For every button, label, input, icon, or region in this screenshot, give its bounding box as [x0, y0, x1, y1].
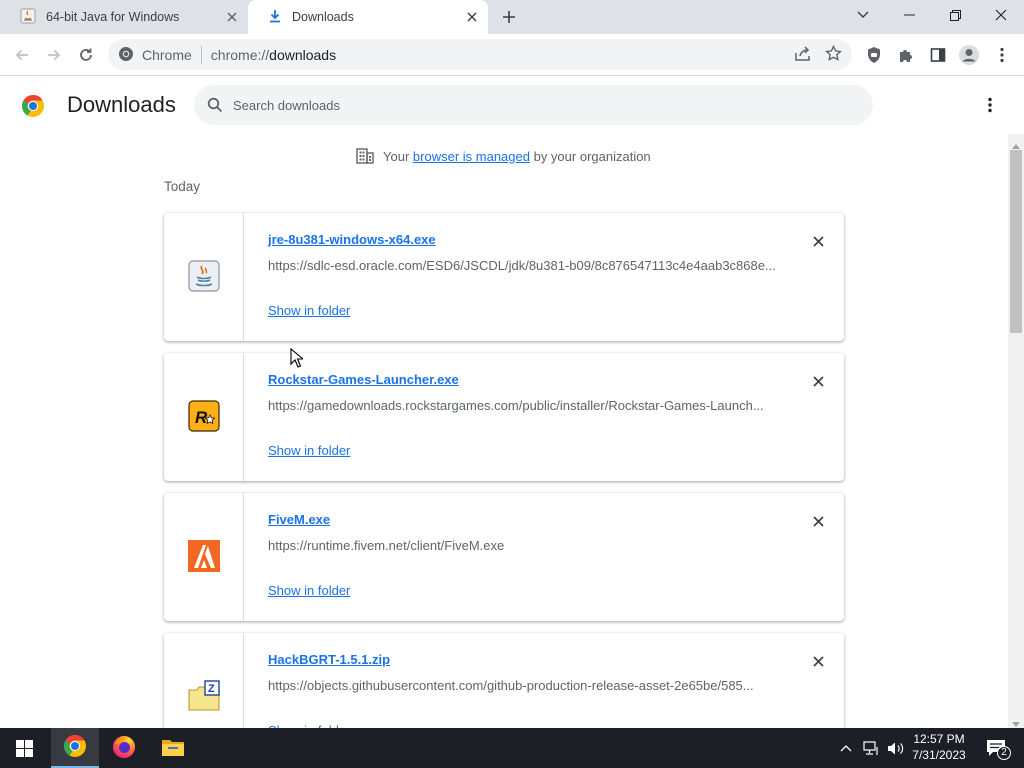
page-title: Downloads [67, 92, 176, 117]
close-tab-icon[interactable] [224, 9, 240, 25]
download-filename-link[interactable]: FiveM.exe [268, 512, 330, 527]
file-icon-column: R [164, 353, 244, 481]
fivem-icon [187, 539, 220, 575]
chrome-logo-icon [118, 46, 134, 65]
tab-strip: 64-bit Java for Windows Downloads [0, 0, 1024, 34]
download-source-url[interactable]: https://gamedownloads.rockstargames.com/… [268, 398, 788, 413]
chrome-logo-icon [63, 734, 87, 761]
restore-button[interactable] [932, 0, 978, 30]
svg-text:R: R [195, 408, 208, 427]
tab-java[interactable]: 64-bit Java for Windows [0, 0, 248, 34]
tab-downloads[interactable]: Downloads [248, 0, 488, 34]
file-icon-column [164, 213, 244, 341]
windows-taskbar: 12:57 PM 7/31/2023 2 [0, 728, 1024, 768]
remove-download-icon[interactable] [808, 511, 828, 531]
download-filename-link[interactable]: jre-8u381-windows-x64.exe [268, 232, 436, 247]
start-button[interactable] [0, 728, 48, 768]
rockstar-icon: R [187, 399, 220, 435]
tab-title: Downloads [292, 10, 354, 24]
download-item: R Rockstar-Games-Launcher.exe https://ga… [164, 353, 844, 481]
managed-notice: Your browser is managed by your organiza… [356, 146, 651, 166]
share-icon[interactable] [794, 46, 812, 65]
file-icon-column [164, 493, 244, 621]
managed-suffix: by your organization [533, 148, 651, 164]
taskbar-file-explorer[interactable] [149, 728, 197, 768]
download-filename-link[interactable]: Rockstar-Games-Launcher.exe [268, 372, 459, 387]
java-favicon-icon [20, 8, 36, 27]
remove-download-icon[interactable] [808, 371, 828, 391]
back-button[interactable] [10, 43, 34, 67]
show-hidden-icons-icon[interactable] [838, 728, 854, 768]
download-source-url[interactable]: https://sdlc-esd.oracle.com/ESD6/JSCDL/j… [268, 258, 788, 273]
download-source-url[interactable]: https://runtime.fivem.net/client/FiveM.e… [268, 538, 788, 553]
close-window-button[interactable] [978, 0, 1024, 30]
chrome-logo-icon [21, 94, 45, 121]
network-icon[interactable] [860, 728, 882, 768]
remove-download-icon[interactable] [808, 231, 828, 251]
notifications-icon: 2 [986, 739, 1011, 760]
close-tab-icon[interactable] [464, 9, 480, 25]
download-item: jre-8u381-windows-x64.exe https://sdlc-e… [164, 213, 844, 341]
managed-link[interactable]: browser is managed [413, 149, 530, 164]
download-source-url[interactable]: https://objects.githubusercontent.com/gi… [268, 678, 788, 693]
url-scheme: chrome:// [210, 46, 270, 63]
tab-title: 64-bit Java for Windows [46, 10, 180, 24]
clock-time: 12:57 PM [913, 732, 965, 746]
search-input[interactable] [233, 97, 833, 113]
show-in-folder-link[interactable]: Show in folder [268, 583, 350, 598]
side-panel-icon[interactable] [926, 43, 950, 67]
omnibox-divider [200, 45, 202, 64]
clock-date: 7/31/2023 [912, 748, 966, 762]
java-icon [187, 259, 220, 295]
omnibox-chrome-label: Chrome [142, 46, 192, 63]
show-in-folder-link[interactable]: Show in folder [268, 303, 350, 318]
profile-avatar-icon[interactable] [957, 43, 981, 67]
new-tab-button[interactable] [498, 6, 520, 28]
forward-button[interactable] [42, 43, 66, 67]
download-filename-link[interactable]: HackBGRT-1.5.1.zip [268, 652, 390, 667]
firefox-icon [112, 735, 136, 762]
action-center-button[interactable]: 2 [980, 728, 1012, 768]
url-path: downloads [269, 46, 337, 63]
date-section-label: Today [164, 179, 201, 194]
notification-count-badge: 2 [997, 746, 1011, 760]
search-box[interactable] [194, 85, 873, 125]
minimize-button[interactable] [886, 0, 932, 30]
bookmark-star-icon[interactable] [825, 44, 842, 65]
volume-icon[interactable] [884, 728, 906, 768]
tab-search-button[interactable] [840, 0, 886, 30]
browser-toolbar: Chrome chrome://downloads [0, 34, 1024, 76]
scrollbar-thumb[interactable] [1010, 150, 1022, 333]
downloads-header: Downloads [0, 77, 1024, 133]
omnibox-url: chrome://downloads [211, 47, 336, 63]
extensions-puzzle-icon[interactable] [894, 43, 918, 67]
svg-text:Z: Z [208, 683, 215, 695]
shield-extension-icon[interactable] [862, 43, 886, 67]
address-bar[interactable]: Chrome chrome://downloads [108, 39, 852, 70]
download-favicon-icon [268, 9, 282, 26]
show-in-folder-link[interactable]: Show in folder [268, 443, 350, 458]
reload-button[interactable] [74, 43, 98, 67]
building-icon [356, 148, 374, 164]
mouse-cursor-icon [290, 347, 305, 371]
taskbar-chrome[interactable] [51, 728, 99, 768]
zip-archive-icon: Z [187, 679, 220, 715]
managed-prefix: Your [383, 148, 410, 164]
chrome-menu-icon[interactable] [990, 43, 1014, 67]
search-icon [207, 97, 223, 113]
taskbar-firefox[interactable] [100, 728, 148, 768]
downloads-menu-icon[interactable] [978, 93, 1002, 117]
folder-icon [161, 737, 185, 760]
taskbar-clock[interactable]: 12:57 PM 7/31/2023 [906, 731, 972, 763]
remove-download-icon[interactable] [808, 651, 828, 671]
download-item: FiveM.exe https://runtime.fivem.net/clie… [164, 493, 844, 621]
